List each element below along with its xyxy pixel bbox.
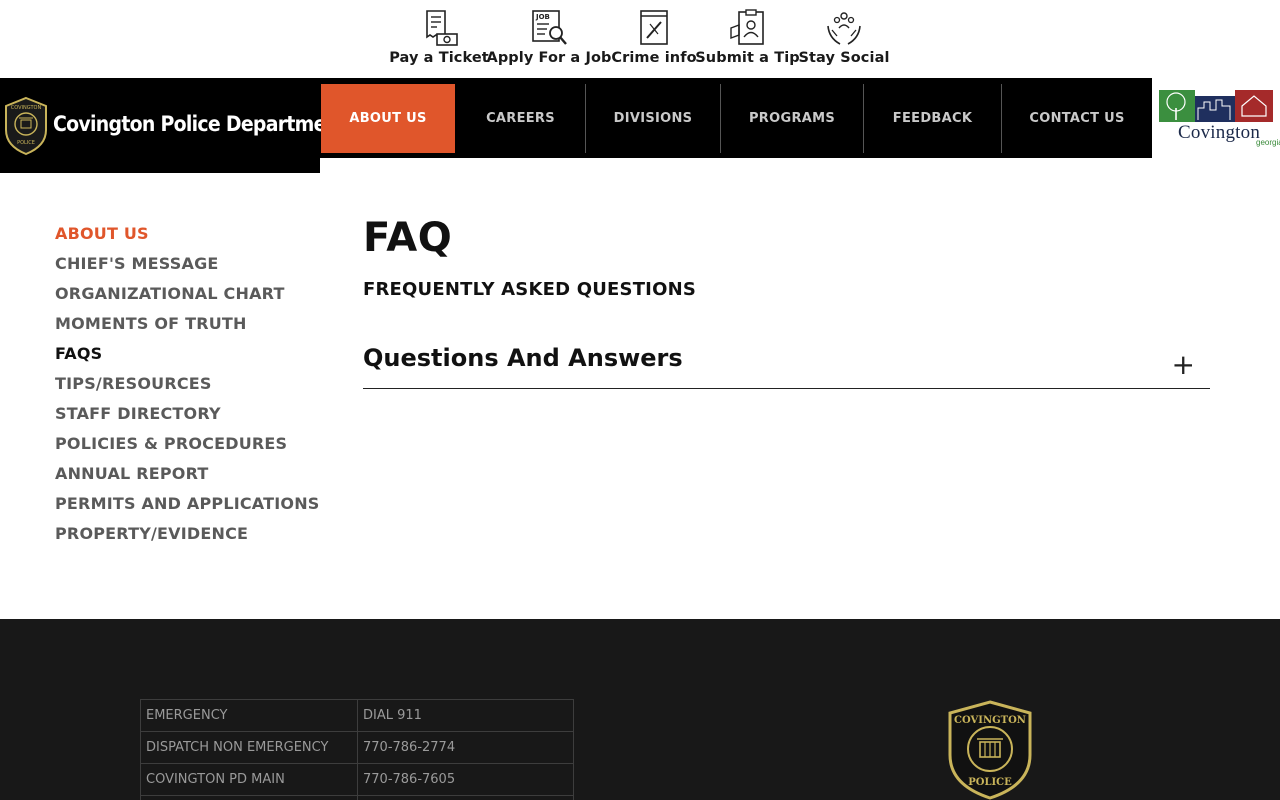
submit-tip-label: Submit a Tip: [695, 50, 800, 66]
contact-value: [357, 795, 574, 800]
contact-label: COVINGTON PD MAIN: [140, 763, 358, 796]
police-badge-icon: COVINGTON POLICE: [948, 700, 1032, 800]
contact-table: EMERGENCY DIAL 911 DISPATCH NON EMERGENC…: [140, 699, 574, 800]
svg-text:COVINGTON: COVINGTON: [954, 715, 1026, 726]
nav-about-us[interactable]: ABOUT US: [321, 84, 455, 153]
contact-label: DISPATCH NON EMERGENCY: [140, 731, 358, 764]
sidebar-item-permits-applications[interactable]: PERMITS AND APPLICATIONS: [55, 492, 335, 522]
nav-programs[interactable]: PROGRAMS: [721, 84, 863, 153]
evidence-bag-icon: [640, 10, 668, 45]
svg-text:JOB: JOB: [535, 13, 550, 21]
apply-job-label: Apply For a Job: [486, 50, 612, 66]
pay-ticket-label: Pay a Ticket: [389, 50, 489, 66]
sidebar-item-organizational-chart[interactable]: ORGANIZATIONAL CHART: [55, 282, 335, 312]
crime-info-label: Crime info: [611, 50, 697, 66]
svg-text:POLICE: POLICE: [968, 777, 1012, 788]
accordion-title: Questions And Answers: [363, 344, 683, 372]
brand-logo-link[interactable]: COVINGTON POLICE Covington Police Depart…: [0, 78, 348, 173]
expand-plus-icon[interactable]: +: [1172, 350, 1195, 380]
sidebar-item-tips-resources[interactable]: TIPS/RESOURCES: [55, 372, 335, 402]
contact-value: DIAL 911: [357, 699, 574, 732]
pay-ticket-link[interactable]: Pay a Ticket: [389, 8, 489, 72]
table-row: DISPATCH NON EMERGENCY 770-786-2774: [140, 731, 574, 764]
clipboard-tip-icon: [729, 9, 764, 45]
table-row: [140, 795, 574, 800]
svg-text:POLICE: POLICE: [17, 140, 35, 146]
nav-careers[interactable]: CAREERS: [456, 84, 585, 153]
stay-social-link[interactable]: Stay Social: [798, 8, 889, 72]
city-name: Covington: [1178, 122, 1261, 143]
utility-bar: Pay a Ticket JOB Apply For a Job Crime i…: [0, 0, 1280, 78]
job-search-icon: JOB: [532, 10, 567, 45]
sidebar-item-property-evidence[interactable]: PROPERTY/EVIDENCE: [55, 522, 335, 552]
submit-tip-link[interactable]: Submit a Tip: [695, 8, 800, 72]
apply-job-link[interactable]: JOB Apply For a Job: [487, 8, 611, 72]
contact-value[interactable]: 770-786-7605: [357, 763, 574, 796]
contact-value[interactable]: 770-786-2774: [357, 731, 574, 764]
ticket-money-icon: [426, 10, 458, 46]
contact-label: [140, 795, 358, 800]
svg-text:COVINGTON: COVINGTON: [11, 105, 42, 111]
table-row: COVINGTON PD MAIN 770-786-7605: [140, 763, 574, 796]
brand-name: Covington Police Department: [53, 112, 348, 136]
nav-contact-us[interactable]: CONTACT US: [1002, 84, 1152, 153]
sidebar-item-policies-procedures[interactable]: POLICIES & PROCEDURES: [55, 432, 335, 462]
city-of-covington-logo[interactable]: Covington georgia: [1156, 86, 1280, 150]
page-title: FAQ: [363, 215, 453, 261]
faq-accordion-header[interactable]: Questions And Answers +: [363, 340, 1210, 389]
sidebar-item-annual-report[interactable]: ANNUAL REPORT: [55, 462, 335, 492]
hands-people-icon: [827, 12, 861, 45]
sidebar-item-chiefs-message[interactable]: CHIEF'S MESSAGE: [55, 252, 335, 282]
sidebar-item-moments-of-truth[interactable]: MOMENTS OF TRUTH: [55, 312, 335, 342]
nav-divisions[interactable]: DIVISIONS: [586, 84, 720, 153]
stay-social-label: Stay Social: [798, 50, 890, 66]
nav-feedback[interactable]: FEEDBACK: [864, 84, 1001, 153]
sidebar-item-staff-directory[interactable]: STAFF DIRECTORY: [55, 402, 335, 432]
page-subtitle: FREQUENTLY ASKED QUESTIONS: [363, 279, 697, 300]
police-badge-icon: COVINGTON POLICE: [5, 96, 47, 156]
sidebar-item-about-us[interactable]: ABOUT US: [55, 222, 335, 252]
table-row: EMERGENCY DIAL 911: [140, 699, 574, 732]
city-state: georgia: [1256, 138, 1280, 147]
contact-label: EMERGENCY: [140, 699, 358, 732]
sidebar-item-faqs[interactable]: FAQS: [55, 342, 335, 372]
sidebar-nav: ABOUT US CHIEF'S MESSAGE ORGANIZATIONAL …: [55, 222, 335, 552]
crime-info-link[interactable]: Crime info: [611, 8, 697, 72]
site-footer: EMERGENCY DIAL 911 DISPATCH NON EMERGENC…: [0, 619, 1280, 800]
